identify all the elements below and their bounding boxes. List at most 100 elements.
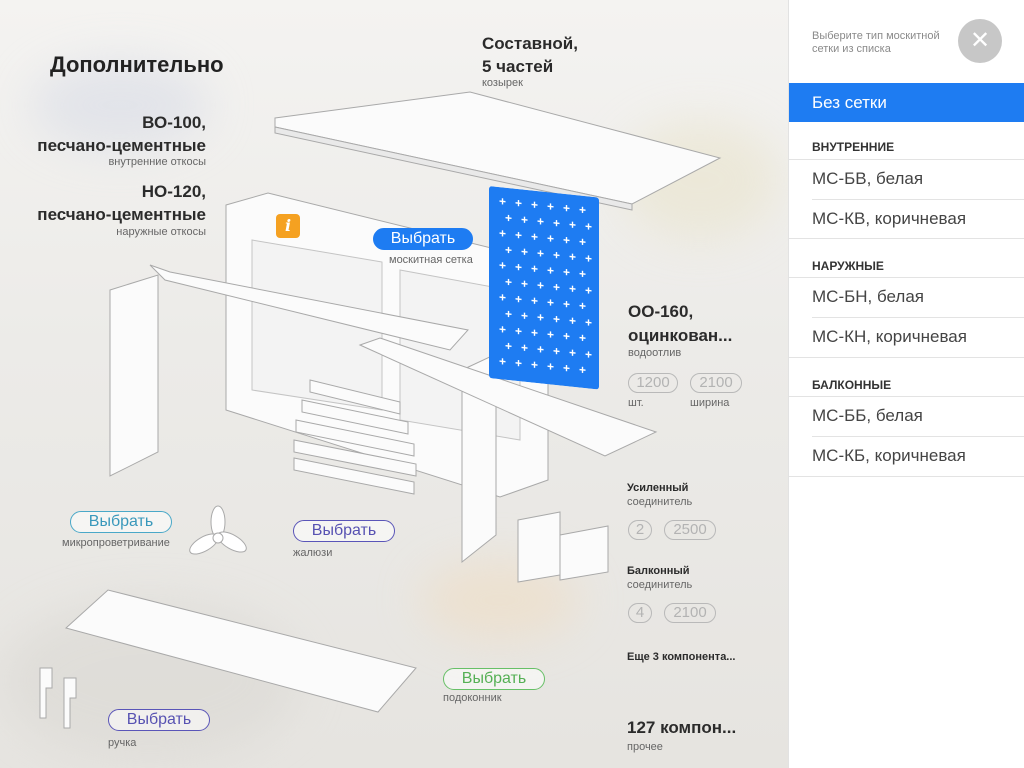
other-value: 127 компон...: [627, 718, 737, 737]
mesh-plus-icon: +: [521, 212, 529, 228]
window-sill-choose-button[interactable]: Выбрать: [443, 668, 545, 690]
micro-ventilation-choose-button[interactable]: Выбрать: [70, 511, 172, 533]
mesh-plus-icon: +: [547, 295, 555, 310]
reinforced-qty-field[interactable]: 2: [628, 520, 652, 540]
inner-slopes-line1: ВО-100,: [142, 113, 206, 132]
mesh-plus-icon: +: [531, 293, 539, 309]
mesh-plus-icon: +: [515, 259, 523, 275]
mesh-plus-icon: +: [515, 227, 523, 243]
outer-slopes-label: наружные откосы: [116, 226, 206, 238]
visor-value: Составной, 5 частей: [482, 32, 578, 78]
mesh-plus-icon: +: [531, 325, 539, 341]
mesh-plus-icon: +: [563, 232, 571, 248]
mesh-plus-icon: +: [499, 258, 507, 273]
mesh-plus-icon: +: [499, 290, 507, 305]
mosquito-net-choose-button[interactable]: Выбрать: [373, 228, 473, 250]
inner-slopes-value: ВО-100, песчано-цементные: [37, 111, 206, 157]
window-handle: [63, 677, 77, 729]
mesh-plus-icon: +: [579, 298, 587, 314]
fan-icon: [189, 505, 247, 555]
visor-label: козырек: [482, 77, 523, 89]
more-components-link[interactable]: Еще 3 компонента...: [627, 651, 735, 663]
outer-slopes-value: НО-120, песчано-цементные: [37, 180, 206, 226]
mesh-plus-icon: +: [579, 202, 587, 218]
drip-value-line1: ОО-160,: [628, 302, 694, 321]
mesh-plus-icon: +: [553, 247, 561, 263]
blinds-choose-button[interactable]: Выбрать: [293, 520, 395, 542]
mesh-plus-icon: +: [531, 357, 539, 373]
option-ms-bb[interactable]: МС-ББ, белая: [789, 396, 1024, 436]
mosquito-net-highlight[interactable]: + + + + + + + + + + + + + + + + + + + + + + + + + + + + + + + + + + + + + + + +…: [489, 186, 599, 390]
option-ms-kv[interactable]: МС-КВ, коричневая: [789, 199, 1024, 239]
window-sill-label: подоконник: [443, 692, 502, 704]
inner-slopes-label: внутренние откосы: [108, 156, 206, 168]
option-ms-bv[interactable]: МС-БВ, белая: [789, 159, 1024, 199]
option-ms-bn[interactable]: МС-БН, белая: [789, 277, 1024, 317]
drip-width-label: ширина: [690, 397, 730, 409]
mesh-plus-icon: +: [585, 283, 593, 298]
drip-qty-field[interactable]: 1200: [628, 373, 678, 393]
mesh-plus-icon: +: [563, 328, 571, 344]
panel-header: Выберите тип москитной сетки из списка ✕: [789, 0, 1024, 82]
side-slope: [109, 274, 159, 477]
mesh-plus-icon: +: [579, 234, 587, 250]
window-sill: [64, 589, 417, 713]
mesh-plus-icon: +: [585, 219, 593, 234]
mesh-plus-icon: +: [531, 197, 539, 213]
mesh-plus-icon: +: [563, 264, 571, 280]
mesh-plus-icon: +: [537, 246, 545, 261]
mesh-plus-icon: +: [579, 330, 587, 346]
mesh-plus-icon: +: [499, 226, 507, 241]
mesh-plus-icon: +: [521, 276, 529, 292]
visor-value-line2: 5 частей: [482, 57, 554, 76]
mesh-plus-icon: +: [547, 359, 555, 374]
mesh-plus-icon: +: [505, 210, 513, 226]
mesh-plus-icon: +: [505, 306, 513, 322]
mesh-plus-icon: +: [505, 274, 513, 290]
mesh-plus-icon: +: [537, 342, 545, 357]
option-ms-kn[interactable]: МС-КН, коричневая: [789, 317, 1024, 357]
mesh-plus-icon: +: [547, 231, 555, 246]
mesh-plus-icon: +: [537, 310, 545, 325]
drip-label: водоотлив: [628, 347, 682, 359]
handle-choose-button[interactable]: Выбрать: [108, 709, 210, 731]
mesh-plus-icon: +: [569, 345, 577, 361]
info-icon[interactable]: i: [276, 214, 300, 238]
balcony-qty-field[interactable]: 4: [628, 603, 652, 623]
mesh-plus-icon: +: [547, 199, 555, 214]
panel-hint: Выберите тип москитной сетки из списка: [812, 30, 940, 55]
window-handle: [39, 667, 53, 719]
mesh-plus-icon: +: [531, 229, 539, 245]
visor-value-line1: Составной,: [482, 34, 578, 53]
reinforced-width-field[interactable]: 2500: [664, 520, 716, 540]
mesh-plus-icon: +: [563, 360, 571, 376]
section-title-external: НАРУЖНЫЕ: [812, 259, 884, 273]
mesh-plus-icon: +: [505, 242, 513, 258]
mesh-plus-icon: +: [531, 261, 539, 277]
mesh-plus-icon: +: [499, 322, 507, 337]
divider: [789, 357, 1024, 358]
mesh-plus-icon: +: [537, 278, 545, 293]
mesh-plus-icon: +: [563, 296, 571, 312]
mesh-plus-icon: +: [585, 315, 593, 330]
mesh-plus-icon: +: [515, 291, 523, 307]
mesh-plus-icon: +: [537, 214, 545, 229]
mesh-plus-icon: +: [515, 355, 523, 371]
blinds-label: жалюзи: [293, 547, 333, 559]
mesh-plus-icon: +: [499, 354, 507, 369]
option-ms-kb[interactable]: МС-КБ, коричневая: [789, 436, 1024, 476]
divider: [789, 476, 1024, 477]
mesh-plus-icon: +: [569, 249, 577, 265]
close-icon[interactable]: ✕: [958, 19, 1002, 63]
mesh-plus-icon: +: [569, 217, 577, 233]
mesh-plus-icon: +: [553, 343, 561, 359]
reinforced-connector-title: Усиленный: [627, 482, 689, 494]
mesh-plus-icon: +: [569, 281, 577, 297]
inner-slopes-line2: песчано-цементные: [37, 136, 206, 155]
balcony-width-field[interactable]: 2100: [664, 603, 716, 623]
outer-slopes-line2: песчано-цементные: [37, 205, 206, 224]
drip-width-field[interactable]: 2100: [690, 373, 742, 393]
option-no-net[interactable]: Без сетки: [789, 83, 1024, 122]
mesh-plus-icon: +: [585, 347, 593, 362]
balcony-connector-subtitle: соединитель: [627, 579, 693, 591]
